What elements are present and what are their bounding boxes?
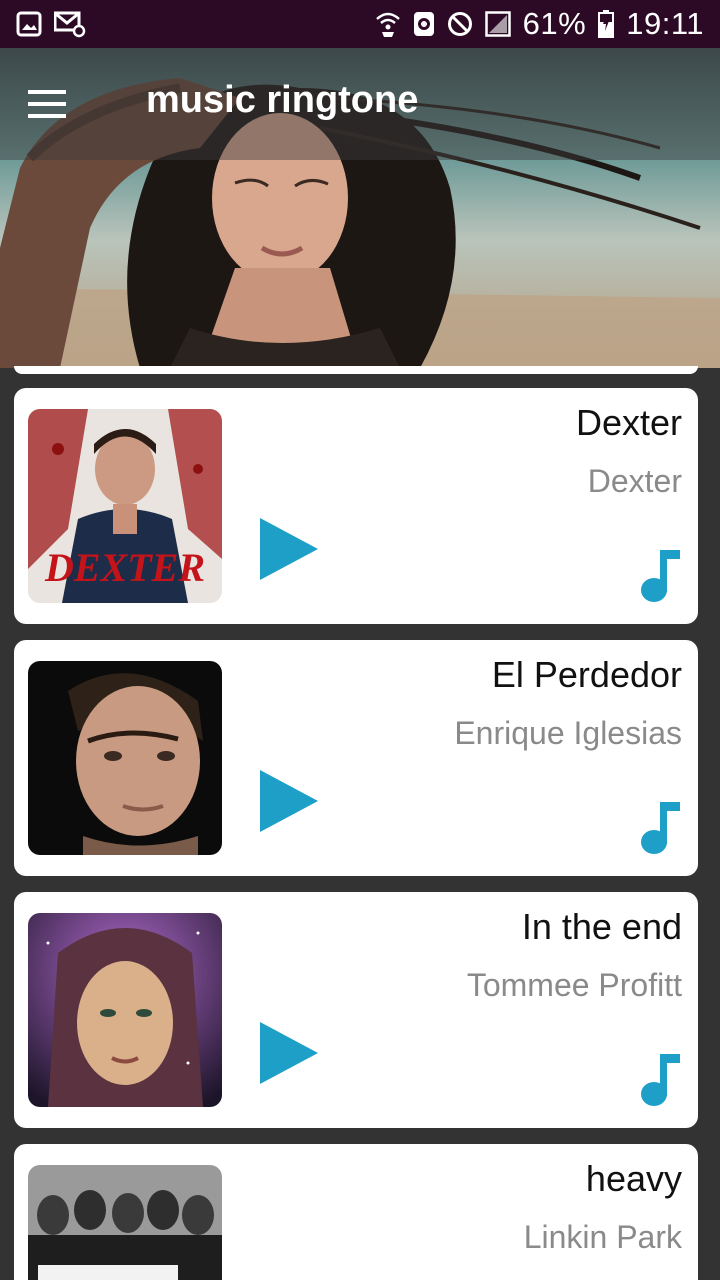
song-card[interactable]: heavy Linkin Park — [14, 1144, 698, 1280]
data-saver-icon — [413, 10, 435, 38]
battery-charging-icon — [598, 10, 615, 38]
song-artist: Dexter — [587, 463, 682, 499]
song-artist: Tommee Profitt — [466, 967, 682, 1003]
previous-card-edge — [14, 366, 698, 374]
do-not-disturb-icon — [447, 11, 473, 37]
song-card[interactable]: In the end Tommee Profitt — [14, 892, 698, 1128]
play-button[interactable] — [258, 768, 320, 834]
album-art-image: DEXTER — [28, 409, 222, 603]
wifi-call-icon — [375, 10, 401, 38]
song-title: Dexter — [575, 402, 682, 443]
song-title: In the end — [521, 906, 682, 947]
signal-icon — [484, 11, 511, 37]
status-bar: 61% 19:11 — [0, 0, 720, 48]
album-art-image — [28, 661, 222, 855]
play-button[interactable] — [258, 516, 320, 582]
play-button[interactable] — [258, 1020, 320, 1086]
status-time: 19:11 — [626, 6, 704, 41]
app-title: music ringtone — [146, 78, 419, 121]
hamburger-menu-icon[interactable] — [0, 48, 96, 160]
battery-percent: 61% — [522, 6, 587, 41]
status-bar-right: 61% 19:11 — [375, 6, 704, 42]
gallery-icon — [16, 11, 42, 37]
music-note-icon[interactable] — [640, 1052, 680, 1108]
album-art-image — [28, 1165, 222, 1280]
app-bar: music ringtone — [0, 48, 720, 160]
music-note-icon[interactable] — [640, 548, 680, 604]
song-card[interactable]: DEXTER Dexter Dexter — [14, 388, 698, 624]
song-title: heavy — [585, 1158, 682, 1199]
music-note-icon[interactable] — [640, 800, 680, 856]
song-card[interactable]: El Perdedor Enrique Iglesias — [14, 640, 698, 876]
song-artist: Enrique Iglesias — [454, 715, 682, 751]
status-bar-left — [16, 10, 86, 38]
mail-settings-icon — [54, 10, 86, 38]
song-artist: Linkin Park — [523, 1219, 682, 1255]
svg-text:DEXTER: DEXTER — [44, 545, 205, 590]
album-art-image — [28, 913, 222, 1107]
song-title: El Perdedor — [491, 654, 682, 695]
